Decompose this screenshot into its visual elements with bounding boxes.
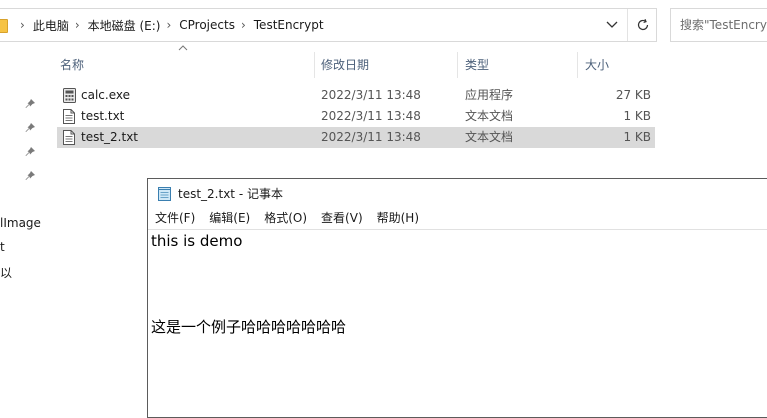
notepad-icon xyxy=(158,186,171,201)
notepad-window[interactable]: test_2.txt - 记事本 文件(F) 编辑(E) 格式(O) 查看(V)… xyxy=(147,178,767,418)
address-bar[interactable]: › 此电脑 › 本地磁盘 (E:) › CProjects › TestEncr… xyxy=(0,8,657,42)
breadcrumb-chevron-icon[interactable]: › xyxy=(75,18,80,32)
file-type: 文本文档 xyxy=(465,130,514,144)
nav-item-label[interactable]: t xyxy=(0,240,5,254)
exe-icon xyxy=(63,88,76,103)
sort-ascending-icon xyxy=(178,45,188,51)
breadcrumb-chevron-icon[interactable]: › xyxy=(241,18,246,32)
notepad-menu-bar: 文件(F) 编辑(E) 格式(O) 查看(V) 帮助(H) xyxy=(148,207,426,227)
column-header-name[interactable]: 名称 xyxy=(60,52,314,78)
column-divider[interactable] xyxy=(577,52,578,78)
text-file-icon xyxy=(63,109,75,124)
pin-icon[interactable] xyxy=(24,98,36,110)
pin-icon[interactable] xyxy=(24,146,36,158)
column-header-size[interactable]: 大小 xyxy=(585,52,655,78)
file-size: 27 KB xyxy=(615,88,651,102)
column-header-date[interactable]: 修改日期 xyxy=(321,52,457,78)
menu-format[interactable]: 格式(O) xyxy=(264,209,307,226)
file-name: test_2.txt xyxy=(81,130,139,144)
text-file-icon xyxy=(63,130,75,145)
column-header-type[interactable]: 类型 xyxy=(465,52,577,78)
notepad-title-bar[interactable]: test_2.txt - 记事本 xyxy=(148,179,767,207)
chevron-down-icon xyxy=(606,21,618,28)
file-date: 2022/3/11 13:48 xyxy=(321,109,421,123)
notepad-text-area[interactable]: this is demo 这是一个例子哈哈哈哈哈哈哈 xyxy=(148,229,767,417)
address-history-dropdown[interactable] xyxy=(598,9,626,41)
file-date: 2022/3/11 13:48 xyxy=(321,130,421,144)
column-divider[interactable] xyxy=(457,52,458,78)
breadcrumb-cprojects[interactable]: CProjects xyxy=(179,18,235,32)
folder-icon xyxy=(0,19,8,33)
file-date: 2022/3/11 13:48 xyxy=(321,88,421,102)
breadcrumb: › 此电脑 › 本地磁盘 (E:) › CProjects › TestEncr… xyxy=(14,9,324,41)
nav-item-label[interactable]: lImage xyxy=(0,216,41,230)
refresh-icon xyxy=(637,18,648,31)
breadcrumb-chevron-icon[interactable]: › xyxy=(20,18,25,32)
breadcrumb-this-pc[interactable]: 此电脑 xyxy=(33,17,69,34)
text-line: 这是一个例子哈哈哈哈哈哈哈 xyxy=(151,318,347,336)
file-row-calc[interactable]: calc.exe 2022/3/11 13:48 应用程序 27 KB xyxy=(57,85,655,106)
menu-help[interactable]: 帮助(H) xyxy=(377,209,419,226)
file-type: 文本文档 xyxy=(465,109,514,123)
breadcrumb-chevron-icon[interactable]: › xyxy=(166,18,171,32)
menu-file[interactable]: 文件(F) xyxy=(155,209,195,226)
file-type: 应用程序 xyxy=(465,88,514,102)
file-size: 1 KB xyxy=(623,130,651,144)
text-line: this is demo xyxy=(151,232,243,250)
menu-edit[interactable]: 编辑(E) xyxy=(209,209,250,226)
notepad-title: test_2.txt - 记事本 xyxy=(178,186,283,201)
file-size: 1 KB xyxy=(623,109,651,123)
file-name: calc.exe xyxy=(81,88,130,102)
search-input[interactable]: 搜索"TestEncrypt" xyxy=(670,8,767,42)
file-row-test-2[interactable]: test_2.txt 2022/3/11 13:48 文本文档 1 KB xyxy=(57,127,655,148)
refresh-button[interactable] xyxy=(627,9,657,41)
file-name: test.txt xyxy=(81,109,125,123)
breadcrumb-local-disk[interactable]: 本地磁盘 (E:) xyxy=(88,17,161,34)
menu-view[interactable]: 查看(V) xyxy=(321,209,363,226)
breadcrumb-testencrypt[interactable]: TestEncrypt xyxy=(254,18,324,32)
column-divider[interactable] xyxy=(314,52,315,78)
pin-icon[interactable] xyxy=(24,122,36,134)
pin-icon[interactable] xyxy=(24,170,36,182)
file-row-test[interactable]: test.txt 2022/3/11 13:48 文本文档 1 KB xyxy=(57,106,655,127)
nav-item-label[interactable]: 以 xyxy=(0,264,12,281)
